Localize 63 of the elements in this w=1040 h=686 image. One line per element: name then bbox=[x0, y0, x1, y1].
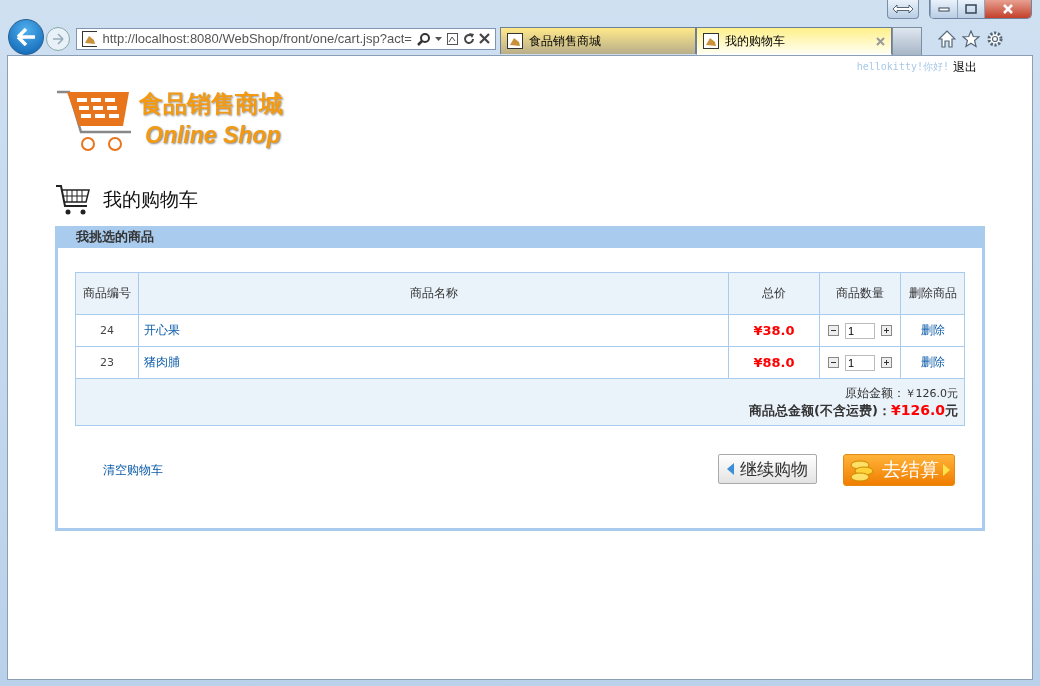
continue-shopping-button[interactable]: 继续购物 bbox=[718, 454, 817, 484]
column-header: 商品名称 bbox=[138, 272, 729, 315]
search-icon[interactable] bbox=[416, 31, 431, 46]
star-icon[interactable] bbox=[962, 29, 980, 48]
column-header: 删除商品 bbox=[900, 272, 965, 315]
delete-link[interactable]: 删除 bbox=[920, 355, 945, 369]
page-icon bbox=[703, 33, 719, 49]
forward-arrow-icon bbox=[52, 32, 64, 45]
minimize-icon bbox=[938, 6, 950, 12]
minimize-button[interactable] bbox=[930, 0, 957, 18]
table-cell: 23 bbox=[75, 346, 139, 379]
logo-title: 食品销售商城 bbox=[139, 89, 283, 120]
maximize-icon bbox=[965, 4, 977, 14]
column-header: 商品编号 bbox=[75, 272, 139, 315]
column-header: 总价 bbox=[728, 272, 820, 315]
compatibility-icon[interactable] bbox=[447, 32, 458, 45]
back-button[interactable] bbox=[8, 18, 44, 55]
product-link[interactable]: 猪肉脯 bbox=[144, 355, 180, 369]
browser-tab[interactable]: 食品销售商城 bbox=[500, 27, 696, 54]
currency-unit: 元 bbox=[945, 402, 958, 418]
url-text: http://localhost:8080/WebShop/front/one/cart.jsp?act= bbox=[102, 31, 412, 46]
address-bar[interactable]: http://localhost:8080/WebShop/front/one/cart.jsp?act= bbox=[76, 27, 496, 50]
compat-view-icon[interactable] bbox=[887, 0, 919, 19]
delete-link[interactable]: 删除 bbox=[920, 323, 945, 337]
stop-icon[interactable] bbox=[479, 33, 490, 44]
quantity-input[interactable]: 1 bbox=[845, 354, 875, 371]
plus-icon[interactable] bbox=[881, 357, 892, 368]
close-icon bbox=[1001, 4, 1015, 14]
triangle-left-icon bbox=[727, 463, 734, 475]
original-amount-value: ￥126.0元 bbox=[904, 386, 958, 400]
cart-logo-icon bbox=[55, 88, 133, 152]
total-amount-value: ¥126.0 bbox=[890, 401, 945, 418]
home-icon[interactable] bbox=[938, 29, 956, 48]
new-tab-button[interactable] bbox=[892, 27, 922, 55]
browser-tab[interactable]: 我的购物车 bbox=[696, 27, 892, 55]
page-title: 我的购物车 bbox=[103, 187, 198, 212]
minus-icon[interactable] bbox=[828, 325, 839, 336]
original-amount-label: 原始金额： bbox=[844, 385, 905, 400]
column-header: 商品数量 bbox=[819, 272, 901, 315]
plus-icon[interactable] bbox=[881, 325, 892, 336]
refresh-icon[interactable] bbox=[462, 32, 475, 45]
logout-link[interactable]: 退出 bbox=[953, 58, 977, 76]
table-cell: ¥88.0 bbox=[728, 346, 820, 379]
back-arrow-icon bbox=[16, 27, 36, 46]
close-tab-icon[interactable] bbox=[876, 36, 885, 46]
caret-icon[interactable] bbox=[435, 36, 443, 41]
product-link[interactable]: 开心果 bbox=[144, 323, 180, 337]
greeting-text: hellokitty!你好! bbox=[856, 60, 949, 74]
table-cell: 24 bbox=[75, 314, 139, 347]
triangle-right-icon bbox=[943, 464, 950, 476]
total-amount-label: 商品总金额(不含运费)： bbox=[749, 402, 891, 418]
maximize-button[interactable] bbox=[957, 0, 984, 18]
settings-icon[interactable] bbox=[986, 29, 1004, 48]
table-cell: ¥38.0 bbox=[728, 314, 820, 347]
page-icon bbox=[82, 30, 98, 47]
minus-icon[interactable] bbox=[828, 357, 839, 368]
logo-subtitle: Online Shop bbox=[145, 122, 282, 149]
page-icon bbox=[507, 33, 523, 49]
quantity-input[interactable]: 1 bbox=[845, 322, 875, 339]
clear-cart-link[interactable]: 清空购物车 bbox=[103, 461, 163, 479]
close-button[interactable] bbox=[984, 0, 1031, 18]
cart-icon bbox=[55, 184, 91, 216]
panel-title: 我挑选的商品 bbox=[76, 228, 154, 246]
